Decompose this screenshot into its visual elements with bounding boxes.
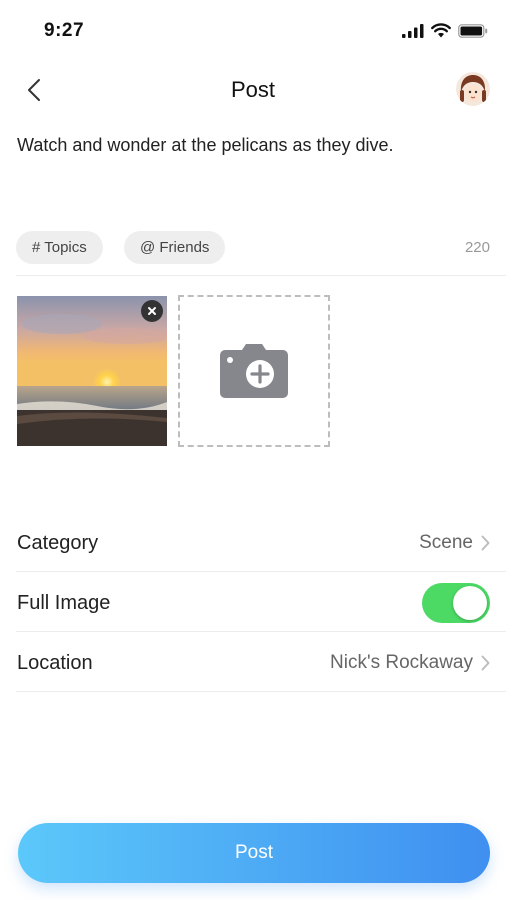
full-image-toggle[interactable]	[422, 583, 490, 623]
status-icons	[402, 23, 488, 38]
chips-row: # Topics @ Friends 220	[16, 231, 490, 265]
category-row[interactable]: Category Scene	[17, 514, 490, 572]
topics-chip[interactable]: # Topics	[16, 231, 103, 264]
avatar-image	[456, 72, 490, 106]
toggle-knob	[453, 586, 487, 620]
chevron-right-icon	[481, 535, 490, 551]
divider	[16, 571, 506, 572]
wifi-icon	[431, 23, 451, 38]
avatar[interactable]	[456, 72, 490, 106]
divider	[16, 631, 506, 632]
nav-bar: Post	[0, 62, 506, 120]
battery-icon	[458, 23, 488, 38]
page-title: Post	[230, 77, 276, 102]
post-button[interactable]: Post	[18, 823, 490, 883]
divider	[16, 691, 506, 692]
location-label: Location	[17, 651, 93, 674]
status-time: 9:27	[44, 20, 85, 41]
status-bar: 9:27	[0, 0, 506, 62]
location-row[interactable]: Location Nick's Rockaway	[17, 634, 490, 692]
full-image-label: Full Image	[17, 591, 111, 614]
friends-chip[interactable]: @ Friends	[124, 231, 226, 264]
char-count: 220	[464, 239, 490, 256]
camera-add-icon	[220, 344, 288, 398]
add-photo-button[interactable]	[178, 295, 330, 447]
close-icon	[148, 307, 156, 315]
remove-photo-button[interactable]	[141, 300, 163, 322]
chevron-right-icon	[481, 655, 490, 671]
location-value: Nick's Rockaway	[330, 652, 473, 673]
signal-icon	[402, 23, 424, 38]
category-label: Category	[17, 531, 99, 554]
category-value-group: Scene	[419, 532, 490, 554]
divider	[16, 275, 506, 276]
post-text-input[interactable]: Watch and wonder at the pelicans as they…	[17, 132, 487, 158]
full-image-row: Full Image	[17, 574, 490, 632]
category-value: Scene	[419, 532, 473, 553]
location-value-group: Nick's Rockaway	[330, 652, 490, 674]
